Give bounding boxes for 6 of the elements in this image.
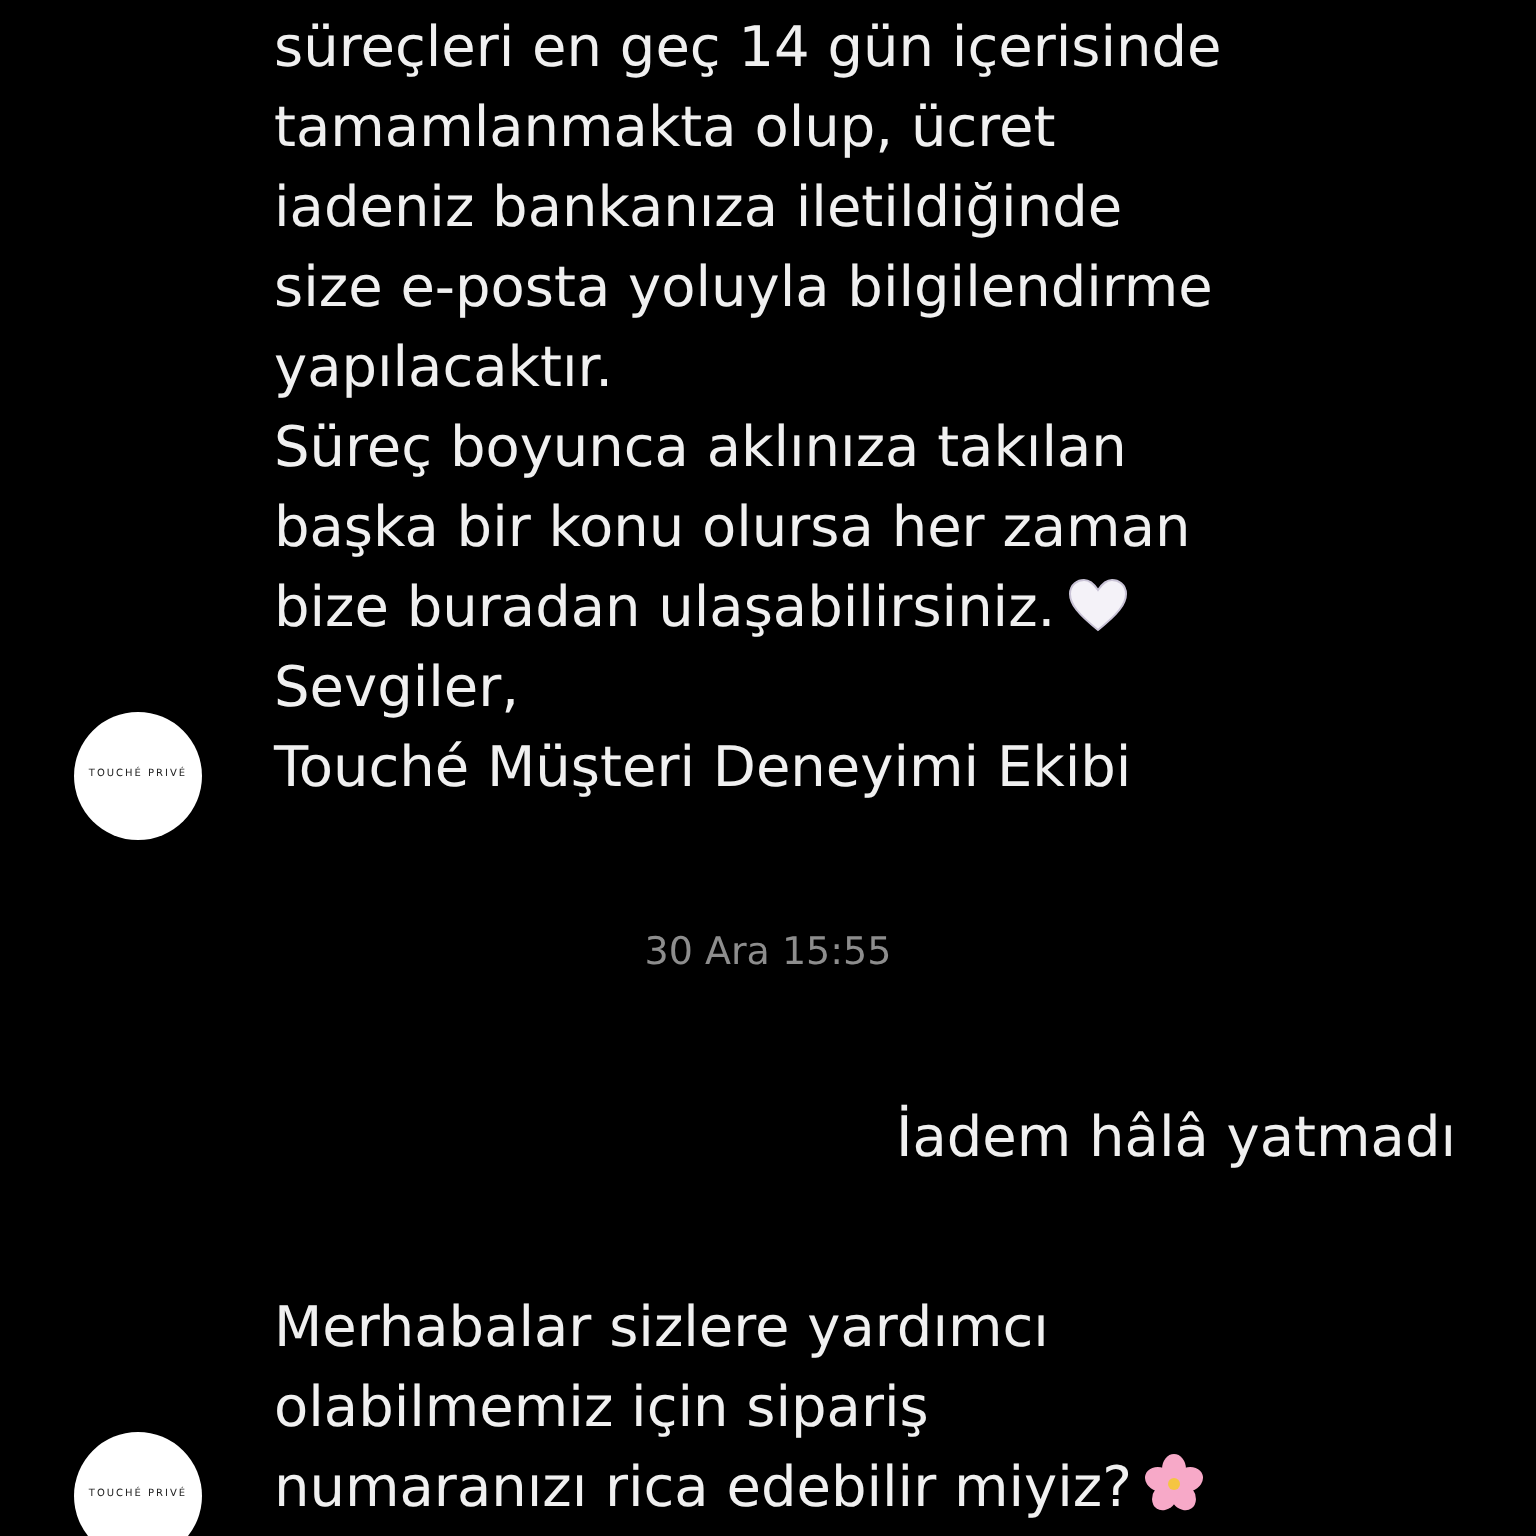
blossom-icon (1143, 1453, 1204, 1513)
timestamp: 30 Ara 15:55 (644, 930, 892, 974)
message-text: süreçleri en geç 14 gün içerisinde tamamlanmakta olup, ücret iadeniz bankanıza iletildiğinde size e-posta yoluyla bilgilendirme yapılacaktır. Süreç boyunca aklınıza takılan başka bir konu olursa her zaman bize buradan ulaşabilirsiniz. Sevgiler, Touché Müşteri Deneyimi Ekibi (274, 12, 1222, 804)
heart-icon (1067, 578, 1128, 634)
message-text: Merhabalar sizlere yardımcı olabilmemiz için sipariş numaranızı rica edebilir miyiz? (274, 1287, 1204, 1527)
message-text: İadem hâlâ yatmadı (895, 1101, 1456, 1173)
